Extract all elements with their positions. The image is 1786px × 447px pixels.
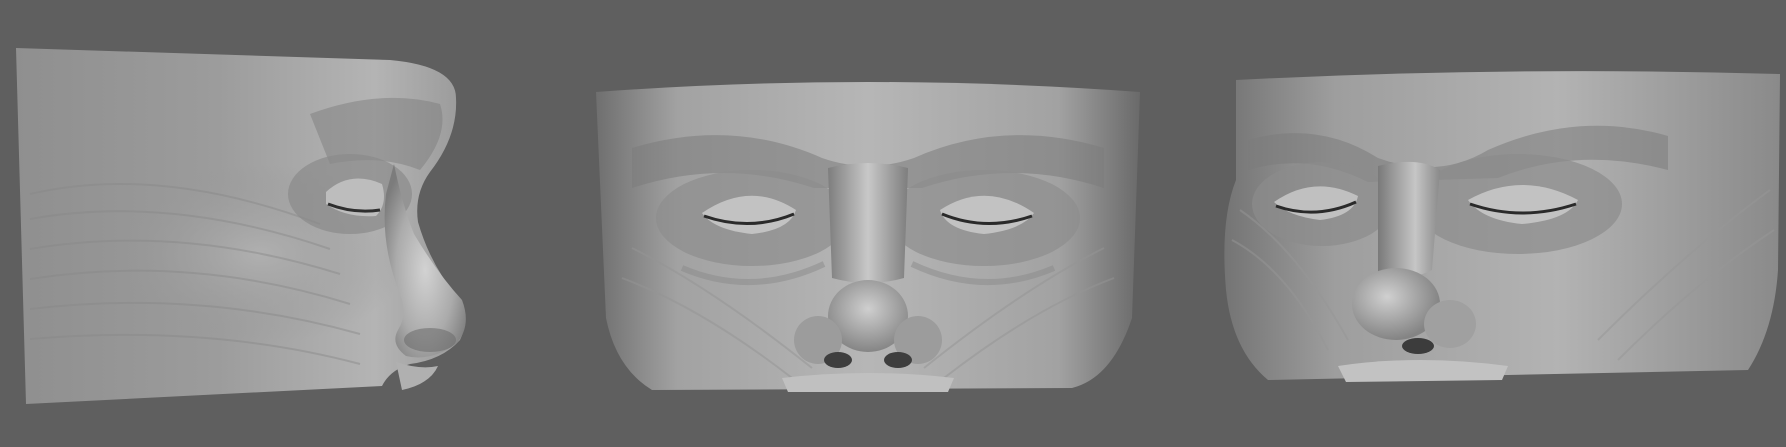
side-nostril-shadow — [404, 328, 456, 352]
sculpt-front-view — [592, 78, 1144, 398]
three-quarter-nostril — [1402, 338, 1434, 354]
three-quarter-ala — [1424, 300, 1476, 348]
side-view-render — [16, 48, 466, 404]
three-quarter-upper-lip — [1338, 360, 1508, 382]
front-upper-lip — [782, 373, 954, 392]
front-left-nostril — [824, 352, 852, 368]
front-nose-bridge — [828, 163, 908, 283]
sculpt-three-quarter-view — [1218, 70, 1786, 390]
three-quarter-view-render — [1224, 71, 1780, 382]
front-view-render — [596, 82, 1140, 392]
viewport — [0, 0, 1786, 447]
side-upper-lip — [396, 362, 438, 390]
front-right-nostril — [884, 352, 912, 368]
three-quarter-nose-bridge — [1378, 161, 1440, 278]
sculpt-side-view — [10, 44, 522, 410]
